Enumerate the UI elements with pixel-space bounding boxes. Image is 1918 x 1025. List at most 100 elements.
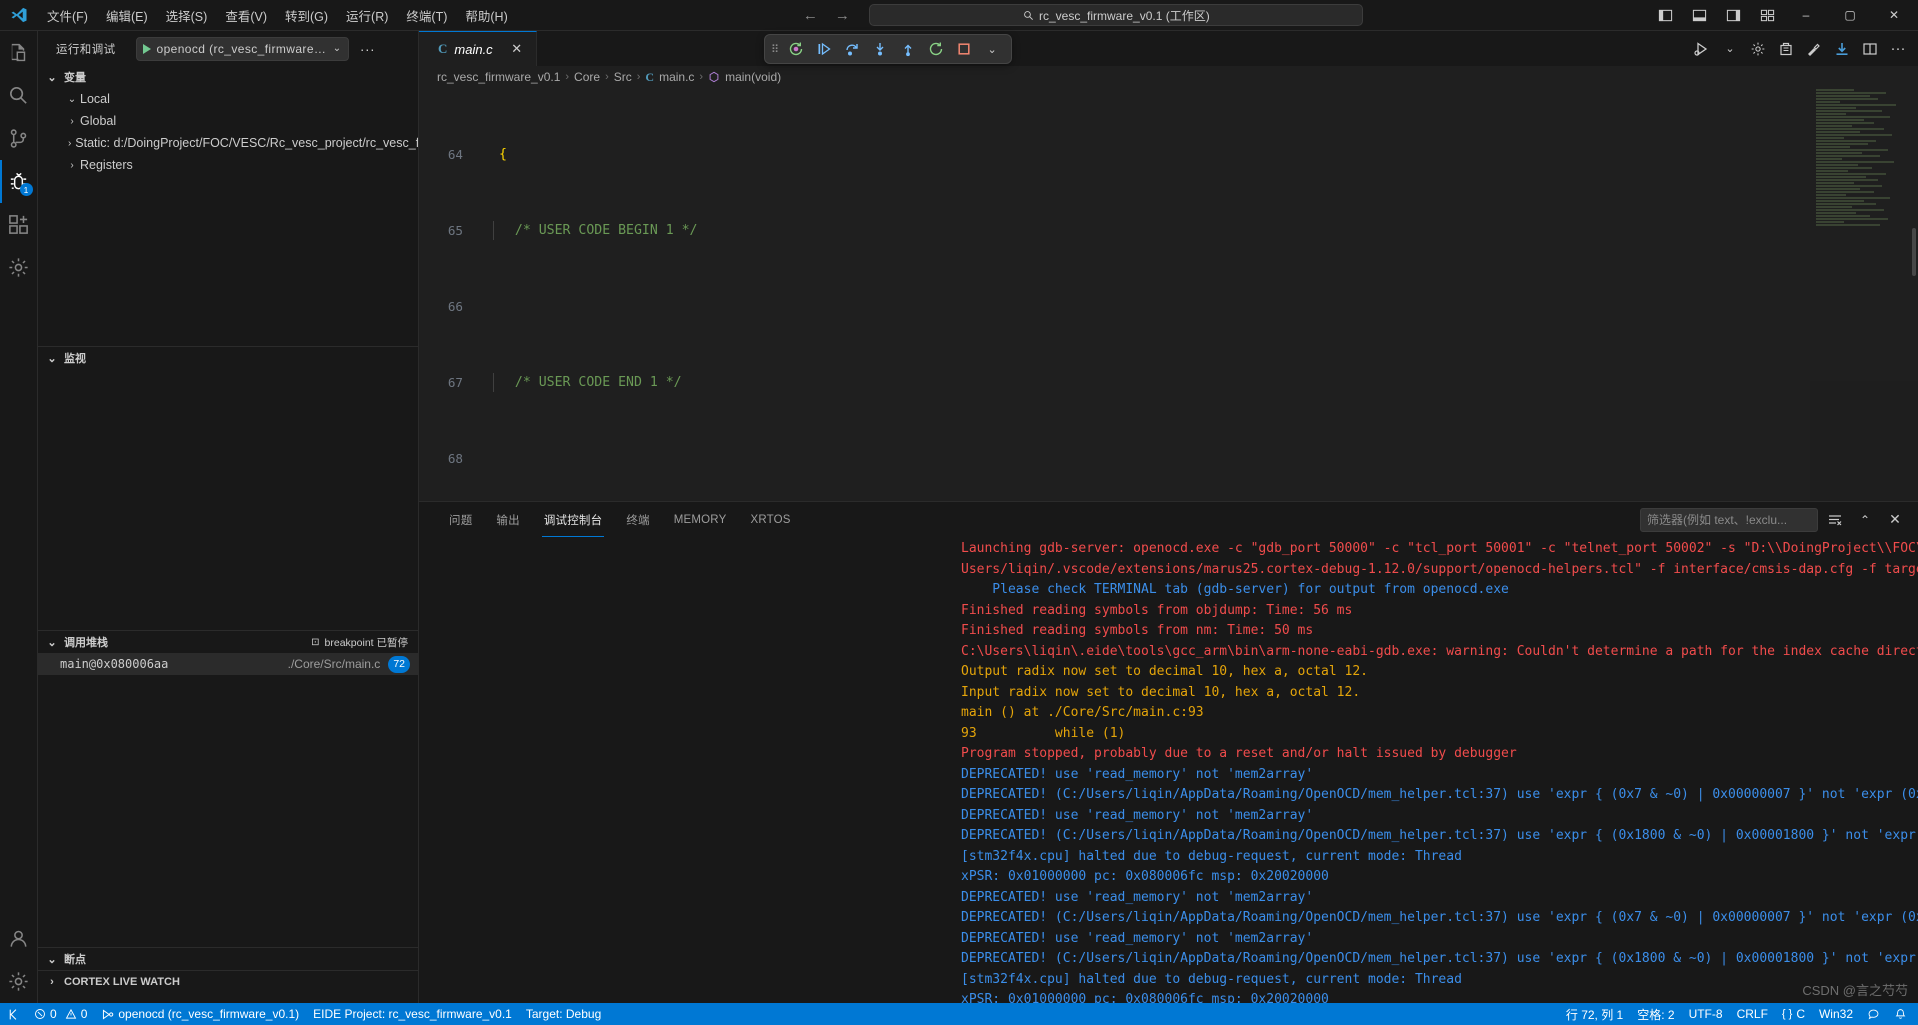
chevron-down-icon[interactable]: ⌄ (64, 94, 80, 105)
customize-layout-icon[interactable] (1750, 0, 1784, 31)
status-encoding[interactable]: UTF-8 (1682, 1003, 1730, 1025)
quick-open-search[interactable]: rc_vesc_firmware_v0.1 (工作区) (869, 4, 1363, 26)
panel-tab-memory[interactable]: MEMORY (662, 502, 739, 537)
chevron-up-icon[interactable]: ⌃ (1852, 507, 1878, 533)
close-icon[interactable]: ✕ (508, 40, 526, 58)
menu-view[interactable]: 查看(V) (216, 0, 276, 30)
panel-tab-debug-console[interactable]: 调试控制台 (532, 502, 615, 537)
forward-arrow-icon[interactable]: → (833, 7, 851, 24)
step-into-icon[interactable] (867, 37, 893, 61)
status-feedback[interactable] (1860, 1003, 1887, 1025)
breadcrumb-item-symbol[interactable]: main(void) (725, 70, 781, 84)
remote-indicator[interactable] (0, 1003, 27, 1025)
chevron-down-icon[interactable]: ⌄ (979, 37, 1005, 61)
split-editor-icon[interactable] (1856, 31, 1884, 66)
chevron-right-icon[interactable]: › (64, 160, 80, 171)
activity-item-extensions[interactable] (0, 203, 38, 246)
chevron-down-icon[interactable]: ⌄ (44, 352, 60, 365)
activity-item-embedded-ide[interactable] (0, 246, 38, 289)
status-debug-session[interactable]: openocd (rc_vesc_firmware_v0.1) (94, 1003, 306, 1025)
more-actions-icon[interactable]: ··· (1884, 31, 1912, 66)
toggle-panel-icon[interactable] (1682, 0, 1716, 31)
status-platform[interactable]: Win32 (1812, 1003, 1860, 1025)
variables-row-local[interactable]: ⌄ Local (38, 88, 418, 110)
download-flash-icon[interactable] (1828, 31, 1856, 66)
minimap[interactable] (1810, 88, 1918, 501)
continue-icon[interactable] (811, 37, 837, 61)
settings-gear-icon[interactable] (1744, 31, 1772, 66)
panel-tab-terminal[interactable]: 终端 (614, 502, 661, 537)
variables-pane-header[interactable]: ⌄ 变量 (38, 66, 418, 88)
menu-help[interactable]: 帮助(H) (456, 0, 516, 30)
chevron-down-icon[interactable]: ⌄ (44, 636, 60, 649)
step-over-icon[interactable] (839, 37, 865, 61)
variables-row-static[interactable]: › Static: d:/DoingProject/FOC/VESC/Rc_ve… (38, 132, 418, 154)
activity-item-explorer[interactable] (0, 31, 38, 74)
clean-icon[interactable] (1800, 31, 1828, 66)
minimap-slider[interactable] (1912, 228, 1916, 276)
sidebar-more-actions[interactable]: ··· (357, 41, 379, 57)
activity-item-run-and-debug[interactable]: 1 (0, 160, 38, 203)
status-indentation[interactable]: 空格: 2 (1630, 1003, 1681, 1025)
toggle-secondary-sidebar-icon[interactable] (1716, 0, 1750, 31)
launch-configuration-select[interactable]: openocd (rc_vesc_firmware_v0.1) ⌄ (136, 37, 349, 61)
menu-selection[interactable]: 选择(S) (157, 0, 217, 30)
start-debugging-icon[interactable] (143, 44, 151, 54)
panel-tab-xrtos[interactable]: XRTOS (738, 502, 802, 537)
status-errors[interactable]: 0 0 (27, 1003, 94, 1025)
run-debug-icon[interactable] (1688, 31, 1716, 66)
chevron-down-icon[interactable]: ⌄ (1716, 31, 1744, 66)
status-notifications[interactable] (1887, 1003, 1914, 1025)
status-cursor-position[interactable]: 行 72, 列 1 (1559, 1003, 1630, 1025)
breakpoints-pane-header[interactable]: ⌄ 断点 (38, 948, 418, 970)
editor-tab-main-c[interactable]: c-file-icon C main.c ✕ (419, 31, 537, 66)
menu-edit[interactable]: 编辑(E) (97, 0, 157, 30)
chevron-down-icon[interactable]: ⌄ (44, 71, 60, 84)
status-language-mode[interactable]: { } C (1775, 1003, 1812, 1025)
activity-item-search[interactable] (0, 74, 38, 117)
panel-tab-output[interactable]: 输出 (484, 502, 531, 537)
menu-go[interactable]: 转到(G) (276, 0, 337, 30)
cortex-live-watch-header[interactable]: › CORTEX LIVE WATCH (38, 971, 418, 993)
chevron-down-icon[interactable]: ⌄ (44, 953, 60, 966)
code-editor[interactable]: 64 { 65 /* USER CODE BEGIN 1 */ 66 (419, 88, 1918, 501)
breadcrumb-item-project[interactable]: rc_vesc_firmware_v0.1 (437, 70, 560, 84)
restart-icon[interactable] (923, 37, 949, 61)
activity-item-accounts[interactable] (0, 917, 38, 960)
breadcrumb-item-file[interactable]: main.c (659, 70, 694, 84)
menu-terminal[interactable]: 终端(T) (397, 0, 456, 30)
restart-with-breakpoint-icon[interactable] (783, 37, 809, 61)
debug-console-output[interactable]: Launching gdb-server: openocd.exe -c "gd… (419, 537, 1918, 1003)
clear-console-icon[interactable] (1822, 507, 1848, 533)
panel-tab-problems[interactable]: 问题 (437, 502, 484, 537)
activity-item-settings[interactable] (0, 960, 38, 1003)
window-minimize-button[interactable]: – (1784, 0, 1828, 31)
window-maximize-button[interactable]: ▢ (1828, 0, 1872, 31)
callstack-pane-header[interactable]: ⌄ 调用堆栈 ⊡ breakpoint 已暂停 (38, 631, 418, 653)
back-arrow-icon[interactable]: ← (801, 7, 819, 24)
variables-row-global[interactable]: › Global (38, 110, 418, 132)
breadcrumb-item-src[interactable]: Src (614, 70, 632, 84)
close-icon[interactable]: ✕ (1882, 507, 1908, 533)
callstack-frame[interactable]: main@0x080006aa ./Core/Src/main.c 72 (38, 653, 418, 675)
chevron-down-icon[interactable]: ⌄ (333, 43, 342, 54)
stop-icon[interactable] (951, 37, 977, 61)
status-target[interactable]: Target: Debug (519, 1003, 608, 1025)
step-out-icon[interactable] (895, 37, 921, 61)
menu-file[interactable]: 文件(F) (38, 0, 97, 30)
variables-row-registers[interactable]: › Registers (38, 154, 418, 176)
chevron-right-icon[interactable]: › (64, 138, 75, 149)
chevron-right-icon[interactable]: › (64, 116, 80, 127)
status-eide-project[interactable]: EIDE Project: rc_vesc_firmware_v0.1 (306, 1003, 519, 1025)
status-eol[interactable]: CRLF (1730, 1003, 1775, 1025)
breadcrumb-item-core[interactable]: Core (574, 70, 600, 84)
build-icon[interactable] (1772, 31, 1800, 66)
chevron-right-icon[interactable]: › (44, 976, 60, 988)
window-close-button[interactable]: ✕ (1872, 0, 1916, 31)
drag-handle-icon[interactable]: ⠿ (771, 43, 781, 56)
console-filter-input[interactable]: 筛选器(例如 text、!exclu... (1640, 508, 1818, 532)
activity-item-source-control[interactable] (0, 117, 38, 160)
watch-pane-header[interactable]: ⌄ 监视 (38, 347, 418, 369)
menu-run[interactable]: 运行(R) (337, 0, 397, 30)
toggle-primary-sidebar-icon[interactable] (1648, 0, 1682, 31)
